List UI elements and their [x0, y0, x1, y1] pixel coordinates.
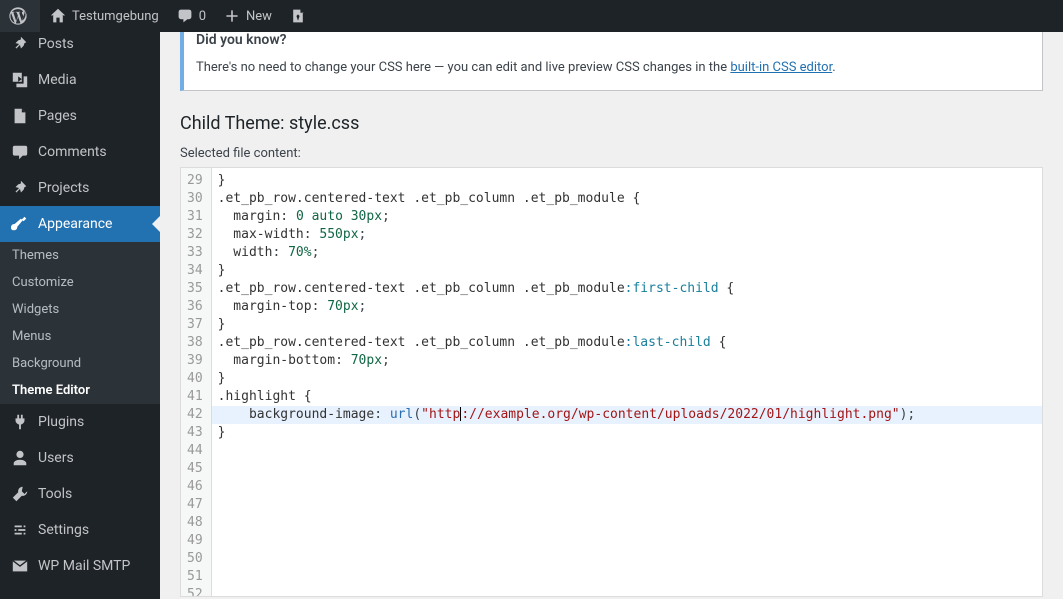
admin-topbar: Testumgebung 0 New [0, 0, 1063, 32]
sidebar-item-tools[interactable]: Tools [0, 476, 160, 512]
sidebar-item-comments[interactable]: Comments [0, 134, 160, 170]
code-line[interactable] [218, 532, 1036, 550]
code-line[interactable] [218, 586, 1036, 596]
comment-icon [10, 142, 30, 162]
code-line[interactable]: } [218, 316, 1036, 334]
code-line[interactable]: } [218, 424, 1036, 442]
user-icon [10, 448, 30, 468]
main-content: Did you know? There's no need to change … [160, 32, 1063, 599]
appearance-submenu: ThemesCustomizeWidgetsMenusBackgroundThe… [0, 242, 160, 404]
wp-logo[interactable] [0, 0, 40, 32]
sidebar-item-label: Pages [38, 108, 77, 124]
page-icon [10, 106, 30, 126]
sidebar-item-label: Tools [38, 486, 72, 502]
submenu-item-widgets[interactable]: Widgets [0, 296, 160, 323]
sidebar-item-posts[interactable]: Posts [0, 32, 160, 62]
code-line[interactable]: background-image: url("http://example.or… [212, 406, 1042, 424]
code-line[interactable]: width: 70%; [218, 244, 1036, 262]
submenu-item-menus[interactable]: Menus [0, 323, 160, 350]
sidebar-item-appearance[interactable]: Appearance [0, 206, 160, 242]
code-line[interactable] [218, 550, 1036, 568]
code-line[interactable] [218, 568, 1036, 586]
sidebar-item-label: Users [38, 450, 74, 466]
line-gutter: 2930313233343536373839404142434445464748… [181, 168, 212, 596]
submenu-item-theme-editor[interactable]: Theme Editor [0, 377, 160, 404]
code-area[interactable]: }.et_pb_row.centered-text .et_pb_column … [212, 168, 1042, 596]
code-line[interactable] [218, 514, 1036, 532]
code-line[interactable]: .et_pb_row.centered-text .et_pb_column .… [218, 190, 1036, 208]
info-notice: Did you know? There's no need to change … [180, 32, 1043, 91]
media-icon [10, 70, 30, 90]
sidebar-item-label: Media [38, 72, 77, 88]
code-line[interactable] [218, 460, 1036, 478]
code-line[interactable]: margin-top: 70px; [218, 298, 1036, 316]
admin-sidebar: Posts Media Pages Comments Projects Appearan… [0, 32, 160, 599]
site-name: Testumgebung [72, 9, 159, 24]
sidebar-item-users[interactable]: Users [0, 440, 160, 476]
code-line[interactable]: margin: 0 auto 30px; [218, 208, 1036, 226]
sidebar-item-wp-mail-smtp[interactable]: WP Mail SMTP [0, 548, 160, 584]
code-line[interactable] [218, 478, 1036, 496]
code-line[interactable]: .highlight { [218, 388, 1036, 406]
new-content-link[interactable]: New [214, 0, 280, 32]
wordpress-icon [8, 6, 28, 26]
code-line[interactable]: .et_pb_row.centered-text .et_pb_column .… [218, 280, 1036, 298]
plus-icon [222, 6, 242, 26]
notice-heading: Did you know? [196, 32, 1030, 48]
settings-icon [10, 520, 30, 540]
sidebar-item-label: Posts [38, 36, 74, 52]
selected-file-label: Selected file content: [180, 146, 1043, 161]
sidebar-item-label: Projects [38, 180, 89, 196]
note-icon [288, 6, 308, 26]
code-line[interactable]: } [218, 370, 1036, 388]
code-editor[interactable]: 2930313233343536373839404142434445464748… [180, 167, 1043, 597]
sidebar-item-projects[interactable]: Projects [0, 170, 160, 206]
submenu-item-background[interactable]: Background [0, 350, 160, 377]
css-editor-link[interactable]: built-in CSS editor [730, 60, 832, 75]
notice-text: There's no need to change your CSS here … [196, 58, 1030, 78]
sidebar-item-label: WP Mail SMTP [38, 558, 130, 574]
sidebar-item-label: Comments [38, 144, 107, 160]
sidebar-item-pages[interactable]: Pages [0, 98, 160, 134]
code-line[interactable] [218, 442, 1036, 460]
code-line[interactable]: max-width: 550px; [218, 226, 1036, 244]
submenu-item-customize[interactable]: Customize [0, 269, 160, 296]
sidebar-item-label: Plugins [38, 414, 84, 430]
new-label: New [246, 9, 272, 24]
code-line[interactable]: } [218, 172, 1036, 190]
sidebar-item-media[interactable]: Media [0, 62, 160, 98]
code-line[interactable]: .et_pb_row.centered-text .et_pb_column .… [218, 334, 1036, 352]
tools-icon [10, 484, 30, 504]
mail-icon [10, 556, 30, 576]
extra-tool[interactable] [280, 0, 320, 32]
code-line[interactable] [218, 496, 1036, 514]
comments-count: 0 [199, 9, 206, 24]
sidebar-item-label: Appearance [38, 216, 112, 232]
sidebar-item-plugins[interactable]: Plugins [0, 404, 160, 440]
code-line[interactable]: } [218, 262, 1036, 280]
brush-icon [10, 214, 30, 234]
sidebar-item-label: Settings [38, 522, 89, 538]
comment-bubble-icon [175, 6, 195, 26]
submenu-item-themes[interactable]: Themes [0, 242, 160, 269]
sidebar-item-settings[interactable]: Settings [0, 512, 160, 548]
plugin-icon [10, 412, 30, 432]
site-link[interactable]: Testumgebung [40, 0, 167, 32]
file-heading: Child Theme: style.css [180, 113, 1043, 134]
home-icon [48, 6, 68, 26]
pin-icon [10, 178, 30, 198]
pin-icon [10, 34, 30, 54]
comments-link[interactable]: 0 [167, 0, 214, 32]
code-line[interactable]: margin-bottom: 70px; [218, 352, 1036, 370]
